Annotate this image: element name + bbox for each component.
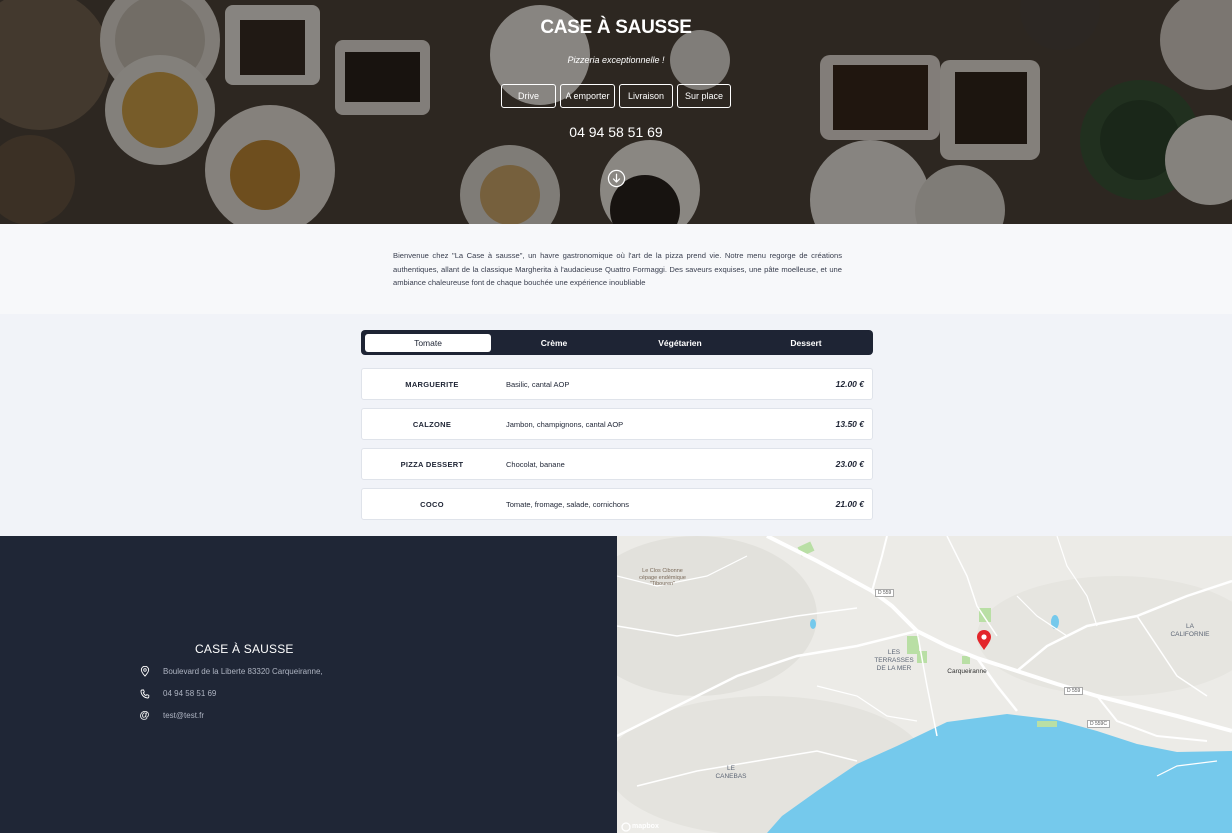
footer-address: Boulevard de la Liberte 83320 Carqueiran… bbox=[139, 666, 323, 677]
menu-section: Tomate Crème Végétarien Dessert MARGUERI… bbox=[0, 314, 1232, 536]
menu-item: MARGUERITE Basilic, cantal AOP 12.00 € bbox=[361, 368, 873, 400]
map-label-le-canebas: LE CANEBAS bbox=[715, 765, 747, 780]
tab-vegetarien[interactable]: Végétarien bbox=[617, 334, 743, 352]
menu-tabs: Tomate Crème Végétarien Dessert bbox=[361, 330, 873, 355]
footer-contact: CASE À SAUSSE Boulevard de la Liberte 83… bbox=[0, 536, 617, 833]
menu-item-description: Tomate, fromage, salade, cornichons bbox=[506, 500, 629, 509]
tab-creme[interactable]: Crème bbox=[491, 334, 617, 352]
arrow-down-circle-icon[interactable] bbox=[607, 169, 626, 188]
road-tag-d559-east: D 559 bbox=[1064, 687, 1084, 695]
menu-item-name: CALZONE bbox=[412, 420, 452, 429]
footer-phone: 04 94 58 51 69 bbox=[139, 688, 216, 699]
intro-section: Bienvenue chez "La Case à sausse", un ha… bbox=[0, 224, 1232, 314]
drive-button[interactable]: Drive bbox=[501, 84, 556, 108]
hero-phone[interactable]: 04 94 58 51 69 bbox=[0, 124, 1232, 140]
menu-item-price: 12.00 € bbox=[835, 379, 864, 389]
map-label-carqueiranne: Carqueiranne bbox=[947, 668, 987, 675]
location-map[interactable]: Le Clos Cibonne cépage endémique "Tibour… bbox=[617, 536, 1232, 833]
map-label-clos-cibonne: Le Clos Cibonne cépage endémique "Tibour… bbox=[639, 568, 686, 587]
livraison-button[interactable]: Livraison bbox=[619, 84, 673, 108]
map-canvas bbox=[617, 536, 1232, 833]
mapbox-logo[interactable]: mapbox bbox=[621, 823, 659, 830]
map-label-la-californie: LA CALIFORNIE bbox=[1170, 623, 1210, 638]
menu-item-price: 21.00 € bbox=[835, 499, 864, 509]
road-tag-d559c: D 559C bbox=[1087, 720, 1110, 728]
at-icon: @ bbox=[139, 710, 150, 721]
menu-items: MARGUERITE Basilic, cantal AOP 12.00 € C… bbox=[361, 368, 873, 528]
a-emporter-button[interactable]: A emporter bbox=[560, 84, 615, 108]
site-title: CASE À SAUSSE bbox=[540, 17, 692, 38]
road-tag-d559: D 559 bbox=[875, 589, 895, 597]
footer-address-text: Boulevard de la Liberte 83320 Carqueiran… bbox=[163, 667, 323, 676]
menu-item-name: PIZZA DESSERT bbox=[400, 460, 464, 469]
footer-email-text[interactable]: test@test.fr bbox=[163, 711, 204, 720]
sur-place-button[interactable]: Sur place bbox=[677, 84, 731, 108]
hero-content: CASE À SAUSSE Pizzeria exceptionnelle ! … bbox=[0, 0, 1232, 224]
menu-item-description: Chocolat, banane bbox=[506, 460, 565, 469]
menu-item-name: MARGUERITE bbox=[405, 380, 459, 389]
menu-item-name: COCO bbox=[420, 500, 444, 509]
tab-tomate[interactable]: Tomate bbox=[365, 333, 491, 352]
map-label-terrasses: LES TERRASSES DE LA MER bbox=[874, 649, 914, 672]
service-buttons: Drive A emporter Livraison Sur place bbox=[501, 84, 731, 108]
phone-icon bbox=[139, 688, 150, 699]
footer-title: CASE À SAUSSE bbox=[195, 642, 294, 656]
menu-item: COCO Tomate, fromage, salade, cornichons… bbox=[361, 488, 873, 520]
intro-text: Bienvenue chez "La Case à sausse", un ha… bbox=[393, 251, 842, 287]
menu-item: PIZZA DESSERT Chocolat, banane 23.00 € bbox=[361, 448, 873, 480]
menu-item-description: Jambon, champignons, cantal AOP bbox=[506, 420, 624, 429]
footer-phone-text[interactable]: 04 94 58 51 69 bbox=[163, 689, 216, 698]
site-subtitle: Pizzeria exceptionnelle ! bbox=[567, 55, 665, 65]
map-pin-icon bbox=[139, 666, 150, 677]
menu-item: CALZONE Jambon, champignons, cantal AOP … bbox=[361, 408, 873, 440]
hero-banner: CASE À SAUSSE Pizzeria exceptionnelle ! … bbox=[0, 0, 1232, 224]
menu-item-price: 23.00 € bbox=[835, 459, 864, 469]
menu-item-description: Basilic, cantal AOP bbox=[506, 380, 570, 389]
tab-dessert[interactable]: Dessert bbox=[743, 334, 869, 352]
menu-item-price: 13.50 € bbox=[835, 419, 864, 429]
footer-email: @ test@test.fr bbox=[139, 710, 204, 721]
